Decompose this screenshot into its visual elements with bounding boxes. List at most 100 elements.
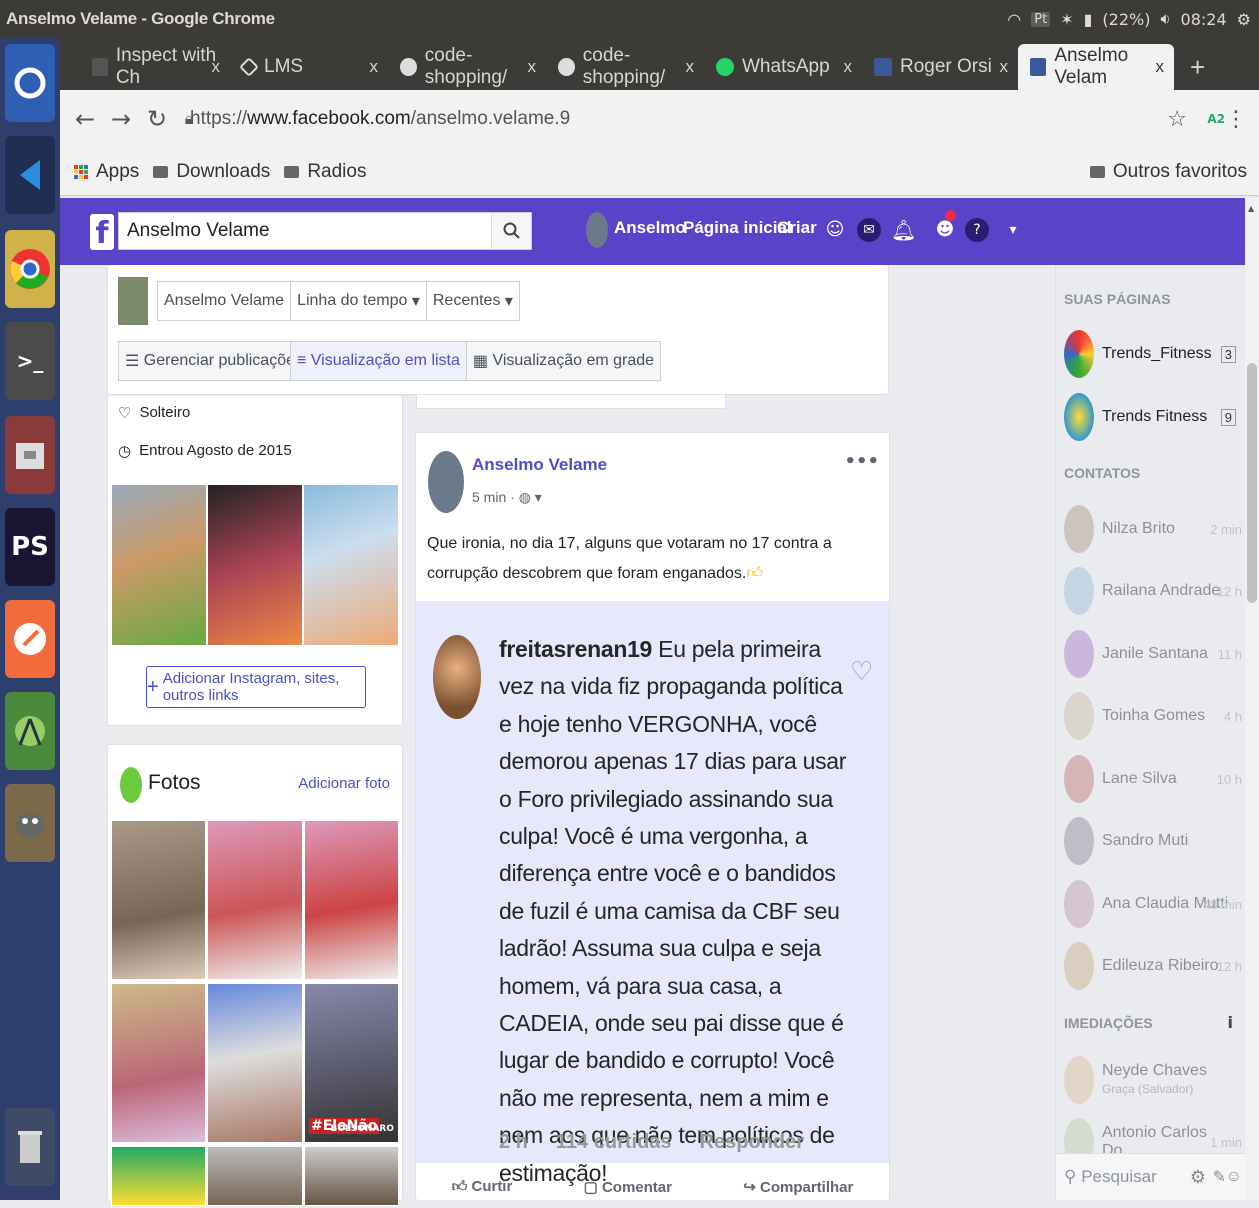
photo-thumbnail[interactable] [207,1146,303,1206]
comment-button[interactable]: ▢ Comentar [584,1178,672,1208]
tab-anselmo-velame[interactable]: Anselmo Velam x [1018,44,1174,90]
help-icon[interactable]: ? [965,218,989,242]
back-arrow-icon[interactable]: ← [74,105,96,133]
new-tab-button[interactable]: + [1178,44,1218,90]
search-input[interactable]: Anselmo Velame [118,212,532,250]
contact-item[interactable]: Sandro Muti [1064,816,1242,866]
settings-gear-icon[interactable]: ⚙ [1237,10,1251,29]
close-icon[interactable]: x [686,57,695,77]
post-author[interactable]: Anselmo Velame [472,455,607,475]
profile-link[interactable]: Anselmo [614,218,686,238]
add-links-button[interactable]: + Adicionar Instagram, sites, outros link… [146,666,366,708]
photo-thumbnail[interactable] [111,820,206,980]
tab-code-shopping-1[interactable]: code-shopping/x [388,44,546,90]
groups-icon[interactable]: ☻ [933,218,957,242]
close-icon[interactable]: x [370,57,379,77]
battery-icon[interactable]: ▮ [1084,10,1093,29]
url-field[interactable]: https://www.facebook.com/anselmo.velame.… [190,108,570,130]
extension-icon[interactable]: A2 [1207,112,1225,126]
wifi-icon[interactable]: ◠ [1007,10,1021,29]
photo-thumbnail[interactable] [207,820,303,980]
page-item[interactable]: Trends Fitness 9 [1064,392,1242,442]
close-icon[interactable]: x [528,57,537,77]
create-link[interactable]: Criar [777,218,817,238]
bookmark-star-icon[interactable]: ☆ [1167,107,1187,132]
tab-lms[interactable]: LMS x [230,44,388,90]
volume-icon[interactable]: 🔉︎ [1160,9,1170,29]
terminal-icon[interactable]: >_ [5,322,55,400]
compose-icon[interactable]: ✎ [1213,1167,1226,1187]
tab-roger-orsi[interactable]: Roger Orsi x [862,44,1018,90]
menu-kebab-icon[interactable]: ⋮ [1225,107,1247,132]
contact-item[interactable]: Toinha Gomes 4 h [1064,691,1242,741]
vscode-icon[interactable] [5,136,55,214]
ubuntu-dash-icon[interactable] [5,44,55,122]
contact-item[interactable]: Railana Andrade 12 h [1064,566,1242,616]
featured-photo[interactable] [303,484,399,646]
photo-thumbnail[interactable] [304,820,399,980]
bookmark-radios[interactable]: Radios [284,161,366,183]
nearby-item[interactable]: Neyde Chaves Graça (Salvador) [1064,1055,1242,1105]
list-view-button[interactable]: ≡ Visualização em lista [291,342,467,380]
input-method-badge[interactable]: Pt [1031,11,1051,27]
post-time[interactable]: 5 min · ◍ ▾ [472,489,542,506]
phpstorm-icon[interactable]: PS [5,508,55,586]
contact-item[interactable]: Janile Santana 11 h [1064,629,1242,679]
messenger-icon[interactable]: ✉ [857,218,881,242]
timeline-dropdown[interactable]: Linha do tempo ▾ [291,282,427,320]
group-chat-icon[interactable]: ☺ [1226,1168,1242,1186]
manage-posts-button[interactable]: ☰ Gerenciar publicações [118,341,310,381]
dropdown-arrow-icon[interactable]: ▾ [1001,218,1025,242]
bookmark-downloads[interactable]: Downloads [153,161,270,183]
avatar[interactable] [118,277,148,325]
bookmark-apps[interactable]: Apps [74,161,139,183]
postman-icon[interactable] [5,600,55,678]
featured-photo[interactable] [207,484,303,646]
photo-thumbnail[interactable] [207,983,303,1143]
author-avatar[interactable] [428,451,464,513]
gimp-icon[interactable] [5,784,55,862]
like-button[interactable]: 👍︎ Curtir [452,1178,513,1208]
photo-thumbnail[interactable] [304,1146,399,1206]
tab-inspect[interactable]: Inspect with Ch x [80,44,230,90]
add-photo-link[interactable]: Adicionar foto [298,775,390,792]
profile-name-button[interactable]: Anselmo Velame [158,282,292,320]
notifications-bell-icon[interactable]: 🔔︎ [891,218,916,242]
close-icon[interactable]: x [1156,57,1165,77]
scroll-up-arrow-icon[interactable]: ▲ [1248,204,1254,213]
contact-item[interactable]: Lane Silva 10 h [1064,754,1242,804]
contact-item[interactable]: Nilza Brito 2 min [1064,504,1242,554]
grid-view-button[interactable]: ▦ Visualização em grade [466,342,661,380]
info-icon[interactable]: i [1228,1013,1233,1032]
android-studio-icon[interactable] [5,692,55,770]
search-icon[interactable] [491,213,531,249]
chat-search-input[interactable]: ⚲ Pesquisar ⚙ ✎ ☺ [1056,1153,1246,1200]
forward-arrow-icon[interactable]: → [110,105,132,133]
chrome-icon[interactable] [5,230,55,308]
bookmark-other-favorites[interactable]: Outros favoritos [1089,161,1247,183]
tab-code-shopping-2[interactable]: code-shopping/x [546,44,704,90]
close-icon[interactable]: x [844,57,853,77]
facebook-logo-icon[interactable]: f [90,214,114,251]
scrollbar-thumb[interactable] [1247,363,1257,603]
gear-icon[interactable]: ⚙ [1190,1167,1206,1188]
close-icon[interactable]: x [1000,57,1009,77]
clock[interactable]: 08:24 [1181,10,1227,29]
post-options-icon[interactable]: ••• [844,451,879,472]
bluetooth-icon[interactable]: ✶ [1060,10,1073,29]
avatar[interactable] [586,212,608,248]
trash-icon[interactable] [5,1108,55,1186]
reload-icon[interactable]: ↻ [146,105,168,133]
photo-thumbnail[interactable] [111,983,206,1143]
shared-comment-image[interactable]: freitasrenan19 Eu pela primeira vez na v… [416,601,889,1186]
contact-item[interactable]: Edileuza Ribeiro 12 h [1064,941,1242,991]
page-item[interactable]: Trends_Fitness 3 [1064,329,1242,379]
photo-thumbnail[interactable]: #EleNão BOLSONARO [304,983,399,1143]
featured-photo[interactable] [111,484,207,646]
contact-item[interactable]: Ana Claudia Mutti 48 min [1064,879,1242,929]
home-link[interactable]: Página inicial [683,218,792,238]
share-button[interactable]: ↪ Compartilhar [743,1178,853,1208]
friend-requests-icon[interactable]: ☺ [823,218,847,242]
recent-dropdown[interactable]: Recentes ▾ [426,282,519,320]
page-scrollbar[interactable]: ▲ [1245,198,1259,1200]
